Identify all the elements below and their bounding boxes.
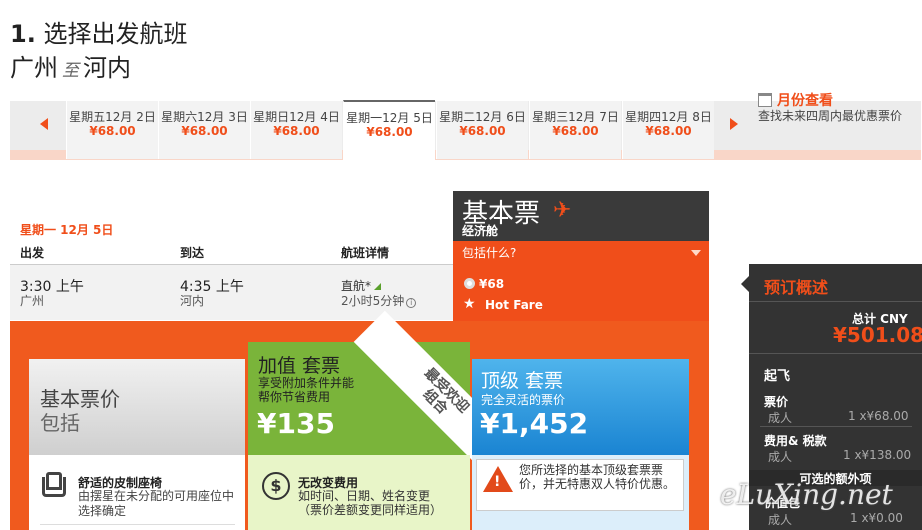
value-bundle-price: ¥135 [257,407,335,440]
premium-bundle-desc: 完全灵活的票价 [481,393,566,407]
summary-departure-label: 起飞 [764,369,791,384]
origin-city: 广州 [10,54,58,82]
summary-fees-label: 费用& 税款 [764,434,827,448]
divider [749,353,922,354]
summary-extras-qty: 1 x¥0.00 [850,511,903,525]
summary-total-value: ¥501.08 [833,323,922,347]
value-feature-desc: 如时间、日期、姓名变更 （票价差额变更同样适用） [298,489,443,517]
green-indicator-icon [374,283,382,290]
info-icon[interactable]: i [406,298,417,308]
value-bundle-title: 加值 套票 [258,355,341,377]
date-tab-selected[interactable]: 星期一12月 5日 ¥68.00 [343,100,435,160]
date-tab[interactable]: 星期日12月 4日 ¥68.00 [250,101,342,159]
divider [40,524,235,525]
summary-fare-qty: 1 x¥68.00 [848,409,909,423]
step-number: 1. [10,20,36,48]
value-bundle-desc: 享受附加条件并能 帮你节省费用 [258,376,355,404]
prev-dates-arrow-icon[interactable] [40,118,48,130]
col-depart-header: 出发 [20,246,45,260]
fare-cell[interactable] [453,264,709,321]
basic-feature-desc: 由摆星在未分配的可用座位中选择确定 [78,489,235,518]
arrival-city: 河内 [180,294,205,308]
route-connector: 至 [62,61,79,81]
fare-includes-label: 包括什么? [462,246,517,260]
calendar-icon [758,93,772,107]
premium-bundle-price: ¥1,452 [480,407,589,440]
premium-bundle-title: 顶级 套票 [481,370,564,392]
flight-duration: 2小时5分钟 i [341,292,417,309]
summary-pointer [741,276,749,292]
summary-fees-adult: 成人 [768,450,793,464]
hot-fare-tag: Hot Fare [485,298,543,312]
col-details-header: 航班详情 [341,246,390,260]
date-tab[interactable]: 星期五12月 2日 ¥68.00 [66,101,158,159]
summary-extras-adult: 成人 [768,513,793,527]
date-tab[interactable]: 星期四12月 8日 ¥68.00 [622,101,714,159]
summary-fare-label: 票价 [764,395,789,409]
fare-price: ¥68 [479,277,505,291]
no-fee-icon: $ [262,472,290,500]
date-tab[interactable]: 星期六12月 3日 ¥68.00 [158,101,250,159]
divider [760,426,912,427]
summary-title: 预订概述 [764,278,829,297]
date-tab[interactable]: 星期三12月 7日 ¥68.00 [529,101,621,159]
departure-city: 广州 [20,294,45,308]
cabin-class: 经济舱 [462,224,499,238]
summary-fees-qty: 1 x¥138.00 [843,448,912,462]
destination-city: 河内 [83,54,131,82]
col-arrive-header: 到达 [180,246,205,260]
step-title: 选择出发航班 [43,20,188,48]
fare-radio[interactable] [464,278,475,289]
star-icon: ★ [463,296,476,312]
flight-date-label: 星期一 12月 5日 [20,223,114,237]
premium-warning-text: 您所选择的基本顶级套票票价，并无特惠双人特价优惠。 [519,463,676,491]
basic-bundle-subtitle: 包括 [40,411,80,435]
summary-fare-adult: 成人 [768,411,793,425]
seat-base-icon [42,477,66,497]
next-dates-arrow-icon[interactable] [730,118,738,130]
chevron-down-icon [691,250,701,256]
page-title: 1. 选择出发航班 [10,14,187,49]
date-tab[interactable]: 星期二12月 6日 ¥68.00 [436,101,528,159]
watermark: eLuXing.net [720,478,893,511]
month-view-subtitle: 查找未来四周内最优惠票价 [758,109,903,123]
divider [749,301,922,302]
warning-mark: ! [494,474,501,490]
route-heading: 广州至河内 [10,48,131,83]
plane-icon: ✈ [553,198,572,223]
